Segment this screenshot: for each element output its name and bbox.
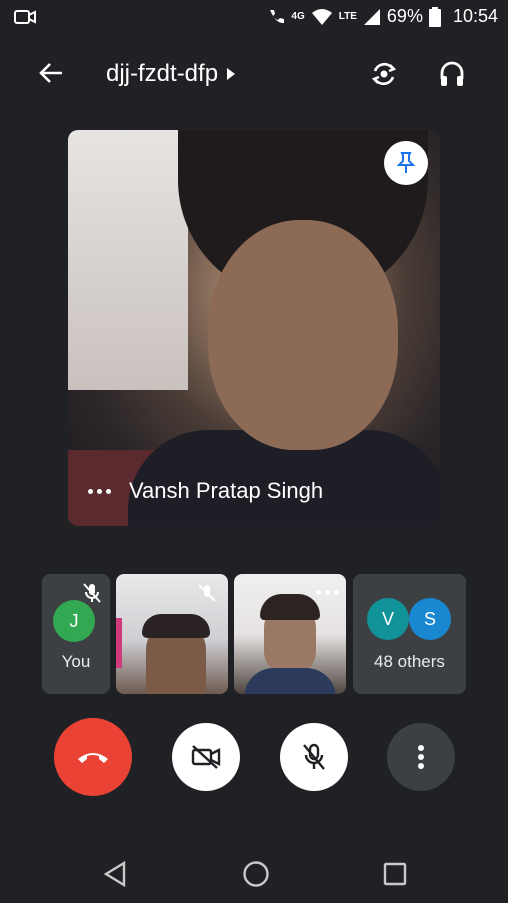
headphones-icon[interactable] <box>434 56 470 92</box>
more-dots-icon[interactable] <box>316 590 339 595</box>
signal-icon <box>363 8 380 25</box>
meeting-code: djj-fzdt-dfp <box>106 60 219 87</box>
speaker-label: Vansh Pratap Singh <box>88 478 323 504</box>
video-background <box>68 130 188 390</box>
mic-off-icon <box>303 743 325 770</box>
self-avatar: J <box>53 600 95 642</box>
others-avatar-letter: V <box>381 608 394 629</box>
self-label: You <box>61 652 91 671</box>
others-avatar-s: S <box>409 598 451 640</box>
nav-recents-icon[interactable] <box>378 857 412 891</box>
status-right: 4G LTE 69% 10:54 <box>267 6 498 27</box>
clock: 10:54 <box>452 6 498 26</box>
system-nav-bar <box>0 843 508 903</box>
video-background <box>116 618 122 668</box>
speaker-name: Vansh Pratap Singh <box>129 478 324 503</box>
phone-icon <box>270 9 285 23</box>
more-vert-icon <box>418 745 424 769</box>
switch-camera-icon[interactable] <box>366 56 402 92</box>
self-avatar-letter: J <box>69 610 79 631</box>
video-person-hair <box>260 594 320 620</box>
others-tile[interactable]: V S 48 others <box>353 574 466 694</box>
battery-icon <box>428 6 441 27</box>
participant-tile[interactable] <box>234 574 346 694</box>
video-person-body <box>244 668 336 694</box>
others-avatar-letter: S <box>423 608 436 629</box>
others-label: 48 others <box>374 652 445 671</box>
meeting-title[interactable]: djj-fzdt-dfp <box>106 60 236 88</box>
mic-toggle-button[interactable] <box>280 723 348 791</box>
end-call-button[interactable] <box>54 718 132 796</box>
camera-off-icon <box>191 745 221 769</box>
lte-tag: LTE <box>338 11 357 22</box>
pin-icon[interactable] <box>384 141 428 185</box>
others-avatar-v: V <box>367 598 409 640</box>
wifi-icon <box>311 8 332 25</box>
participant-tile[interactable] <box>116 574 228 694</box>
network-tag: 4G <box>291 11 305 22</box>
more-options-button[interactable] <box>387 723 455 791</box>
video-person-face <box>208 220 398 450</box>
nav-back-icon[interactable] <box>98 857 132 891</box>
video-person-hair <box>142 614 210 638</box>
mic-off-icon <box>196 582 218 609</box>
end-call-icon <box>78 753 108 763</box>
status-bar: 4G LTE 69% 10:54 <box>0 0 508 36</box>
nav-home-icon[interactable] <box>238 856 274 892</box>
more-dots-icon[interactable] <box>88 488 111 494</box>
self-tile[interactable]: J You <box>42 574 110 694</box>
back-arrow-icon[interactable] <box>34 56 68 90</box>
camera-icon <box>14 8 36 31</box>
camera-toggle-button[interactable] <box>172 723 240 791</box>
battery-percent: 69% <box>386 6 423 26</box>
main-video[interactable] <box>68 130 440 526</box>
chevron-right-icon <box>227 68 236 80</box>
